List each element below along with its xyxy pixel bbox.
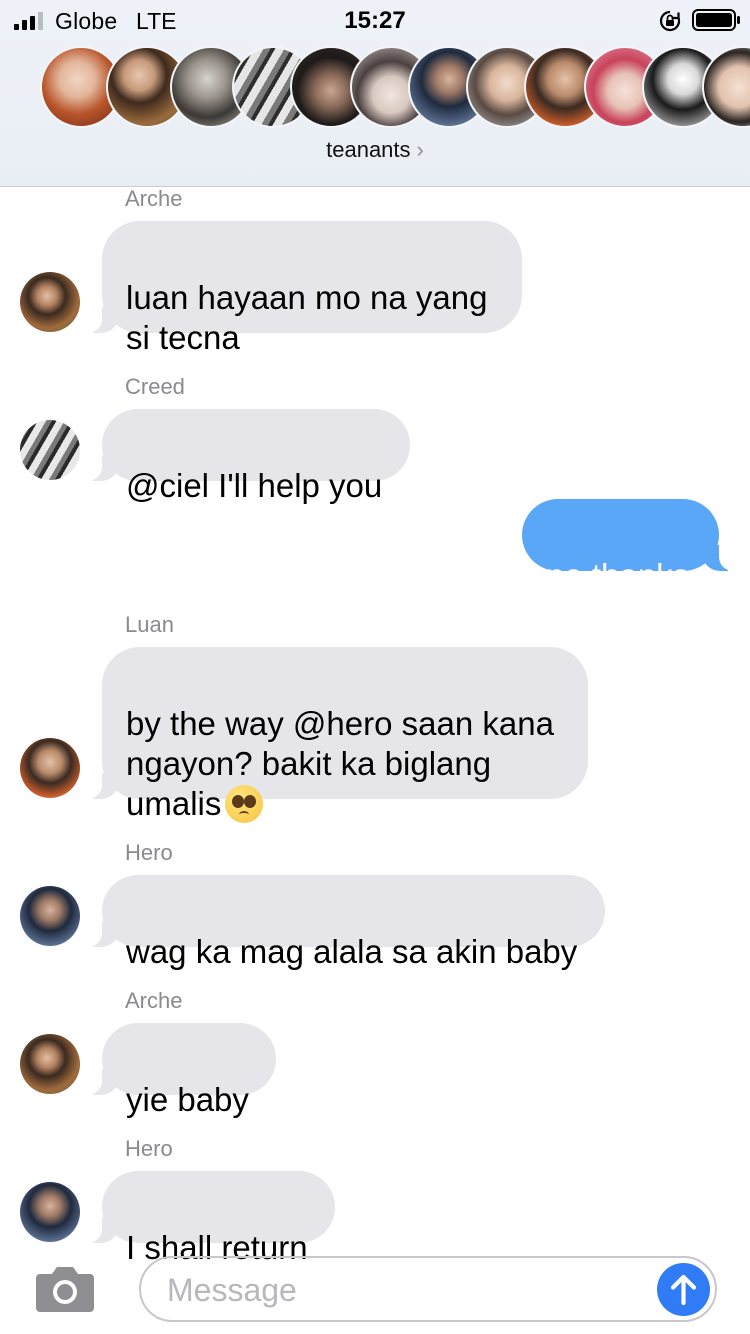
sender-avatar[interactable] <box>20 886 80 946</box>
status-bar: Globe LTE 15:27 <box>0 0 750 40</box>
message-text: luan hayaan mo na yang si tecna <box>126 279 488 356</box>
orientation-lock-icon <box>659 10 681 32</box>
message-bubble-incoming[interactable]: wag ka mag alala sa akin baby <box>80 875 605 970</box>
message-bubble-incoming[interactable]: yie baby <box>80 1023 276 1118</box>
message-text: wag ka mag alala sa akin baby <box>126 933 578 970</box>
message-text: @ciel I'll help you <box>126 467 383 504</box>
sender-avatar[interactable] <box>20 420 80 480</box>
sender-avatar[interactable] <box>20 1182 80 1242</box>
message-bubble-incoming[interactable]: luan hayaan mo na yang si tecna <box>80 221 522 356</box>
message-text: by the way @hero saan kana ngayon? bakit… <box>126 705 554 822</box>
group-members-avatars[interactable] <box>0 46 750 130</box>
message-input[interactable]: Message <box>139 1256 717 1322</box>
sender-name: Arche <box>125 186 183 211</box>
message-bubble-incoming[interactable]: @ciel I'll help you <box>80 409 410 504</box>
arrow-up-icon <box>670 1274 697 1306</box>
sender-name: Hero <box>125 840 173 865</box>
sender-name: Creed <box>125 374 185 399</box>
sender-name: Hero <box>125 1136 173 1161</box>
conversation-header: Globe LTE 15:27 teanants › <box>0 0 750 187</box>
sender-name: Arche <box>125 988 183 1013</box>
message-bubble-incoming[interactable]: I shall return <box>80 1171 335 1266</box>
chevron-right-icon: › <box>416 137 424 162</box>
group-name-label: teanants <box>326 137 411 162</box>
message-placeholder: Message <box>167 1272 297 1308</box>
sender-avatar[interactable] <box>20 272 80 332</box>
message-text: yie baby <box>126 1081 249 1118</box>
status-time: 15:27 <box>344 7 406 34</box>
battery-icon <box>692 9 740 31</box>
pleading-face-emoji <box>225 785 264 823</box>
group-name-button[interactable]: teanants › <box>0 137 750 163</box>
sender-avatar[interactable] <box>20 738 80 798</box>
message-bubble-incoming[interactable]: by the way @hero saan kana ngayon? bakit… <box>80 647 588 823</box>
send-button[interactable] <box>657 1263 710 1316</box>
sender-name: Luan <box>125 612 174 637</box>
message-text: no thanks <box>546 557 690 594</box>
sender-avatar[interactable] <box>20 1034 80 1094</box>
camera-icon[interactable] <box>34 1264 96 1314</box>
message-bubble-outgoing[interactable]: no thanks <box>522 499 741 594</box>
